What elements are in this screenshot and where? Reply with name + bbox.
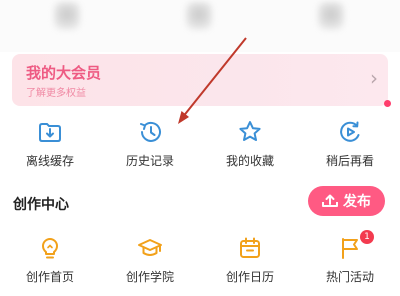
watch-later-button[interactable]: 稍后再看 [300, 118, 400, 169]
history-label: 历史记录 [125, 154, 174, 168]
creation-calendar-button[interactable]: 创作日历 [200, 234, 300, 285]
creation-center-title: 创作中心 [13, 197, 69, 213]
watch-later-label: 稍后再看 [325, 154, 374, 168]
upload-icon [322, 194, 338, 207]
publish-label: 发布 [343, 194, 371, 210]
star-icon [239, 121, 261, 141]
graduation-cap-icon [138, 239, 162, 256]
publish-button[interactable]: 发布 [308, 186, 385, 216]
blurred-item [186, 2, 212, 30]
favorites-label: 我的收藏 [225, 154, 274, 168]
history-clock-icon [140, 121, 161, 142]
download-folder-icon [39, 123, 61, 142]
notification-dot [384, 100, 391, 107]
hot-events-button[interactable]: 1 热门活动 [300, 230, 400, 285]
creator-academy-button[interactable]: 创作学院 [100, 234, 200, 285]
history-button[interactable]: 历史记录 [100, 118, 200, 169]
blurred-item [54, 2, 80, 30]
play-later-icon [340, 121, 360, 142]
vip-title: 我的大会员 [26, 64, 102, 82]
offline-cache-button[interactable]: 离线缓存 [0, 118, 100, 169]
chevron-right-icon: › [370, 66, 378, 90]
offline-cache-label: 离线缓存 [25, 154, 74, 168]
notification-badge: 1 [360, 230, 374, 244]
lightbulb-icon [42, 238, 58, 259]
creator-academy-label: 创作学院 [125, 270, 174, 284]
creation-home-button[interactable]: 创作首页 [0, 234, 100, 285]
calendar-icon [240, 237, 260, 258]
blurred-item [318, 2, 344, 30]
vip-membership-card[interactable]: 我的大会员 了解更多权益 › [12, 54, 391, 107]
blurred-header [0, 0, 400, 52]
vip-subtitle: 了解更多权益 [26, 88, 86, 99]
creation-calendar-label: 创作日历 [225, 270, 274, 284]
favorites-button[interactable]: 我的收藏 [200, 118, 300, 169]
hot-events-label: 热门活动 [325, 270, 374, 284]
creation-home-label: 创作首页 [25, 270, 74, 284]
